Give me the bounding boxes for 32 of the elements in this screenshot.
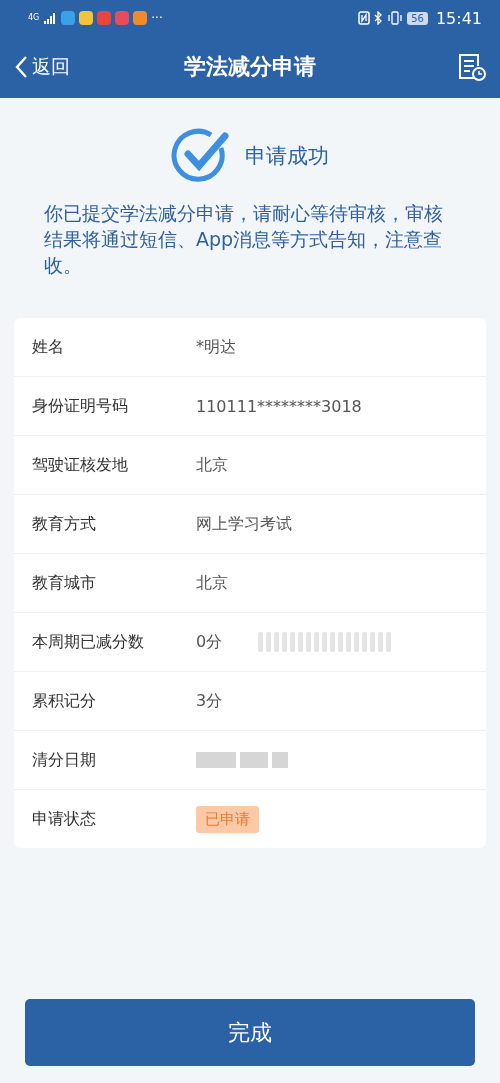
battery-level: 56 xyxy=(407,11,428,25)
more-notifications: ··· xyxy=(151,12,163,24)
field-label: 驾驶证核发地 xyxy=(32,454,129,476)
field-label: 教育城市 xyxy=(32,572,97,594)
success-title: 申请成功 xyxy=(245,143,329,170)
bluetooth-icon xyxy=(374,11,384,25)
status-badge: 已申请 xyxy=(196,805,259,833)
success-message: 你已提交学法减分申请，请耐心等待审核，审核结果将通过短信、App消息等方式告知，注意查收。 xyxy=(43,201,444,278)
field-label: 本周期已减分数 xyxy=(32,631,145,653)
done-button[interactable]: 完成 xyxy=(25,999,475,1066)
vibrate-icon xyxy=(387,11,404,25)
field-value: 110111********3018 xyxy=(196,396,362,416)
field-label: 清分日期 xyxy=(32,749,97,771)
field-label: 累积记分 xyxy=(32,690,97,712)
field-value: 0分 xyxy=(196,631,223,653)
chevron-left-icon xyxy=(14,55,28,79)
field-value: 北京 xyxy=(196,572,228,594)
field-value: 网上学习考试 xyxy=(196,513,292,535)
network-label: 4G xyxy=(28,14,40,22)
page-title: 学法减分申请 xyxy=(183,53,317,81)
field-value: 北京 xyxy=(196,454,228,476)
field-label: 姓名 xyxy=(32,336,65,358)
clock-time: 15:41 xyxy=(435,8,482,28)
signal-icon xyxy=(43,12,58,24)
field-label: 申请状态 xyxy=(32,808,97,830)
field-value: 3分 xyxy=(196,690,223,712)
back-button[interactable]: 返回 xyxy=(14,54,104,80)
history-icon[interactable] xyxy=(456,52,486,82)
field-label: 身份证明号码 xyxy=(32,395,129,417)
field-label: 教育方式 xyxy=(32,513,97,535)
field-value: *明达 xyxy=(196,336,236,358)
nfc-icon xyxy=(358,11,371,25)
